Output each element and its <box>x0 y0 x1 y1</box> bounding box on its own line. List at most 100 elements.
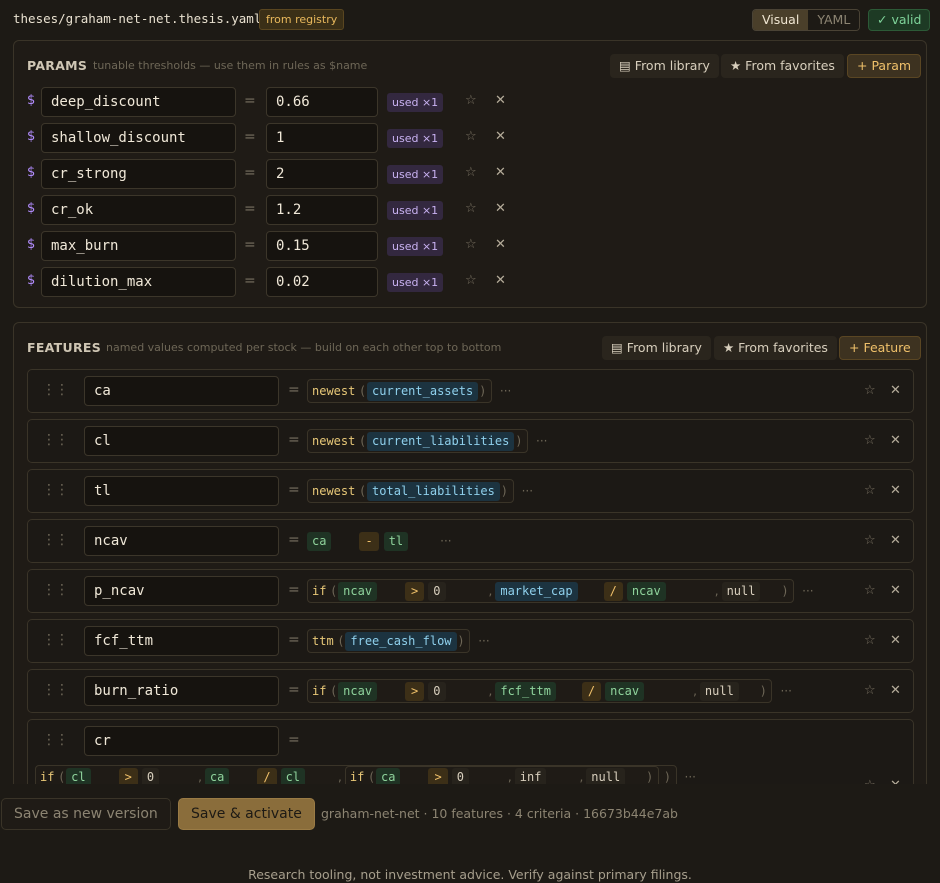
editor-scroll-area[interactable]: PARAMS tunable thresholds — use them in … <box>0 40 940 784</box>
if-expression[interactable]: if ( cl > 0 , ca / cl , if ( ca > 0 , in… <box>35 765 677 784</box>
favorite-star-icon[interactable]: ☆ <box>465 237 477 252</box>
feature-ref-chip[interactable]: ncav <box>626 581 666 601</box>
drag-handle-icon[interactable]: ⋮⋮ <box>42 632 69 648</box>
feature-ref-chip[interactable]: cl <box>280 767 306 784</box>
favorite-star-icon[interactable]: ☆ <box>465 165 477 180</box>
remove-param-icon[interactable]: ✕ <box>495 165 506 180</box>
more-options-icon[interactable]: ··· <box>536 434 547 448</box>
drag-handle-icon[interactable]: ⋮⋮ <box>42 432 69 448</box>
remove-feature-icon[interactable]: ✕ <box>890 483 901 498</box>
feature-expression[interactable]: newest ( current_liabilities ) ··· <box>307 429 547 453</box>
feature-expression[interactable]: newest ( current_assets ) ··· <box>307 379 511 403</box>
remove-feature-icon[interactable]: ✕ <box>890 583 901 598</box>
field-chip[interactable]: market_cap <box>495 581 578 601</box>
favorite-star-icon[interactable]: ☆ <box>864 483 876 498</box>
favorite-star-icon[interactable]: ☆ <box>465 129 477 144</box>
feature-name-input[interactable]: p_ncav <box>84 576 279 606</box>
remove-feature-icon[interactable]: ✕ <box>890 633 901 648</box>
more-options-icon[interactable]: ··· <box>500 384 511 398</box>
remove-param-icon[interactable]: ✕ <box>495 201 506 216</box>
param-name-input[interactable]: dilution_max <box>41 267 236 297</box>
favorite-star-icon[interactable]: ☆ <box>465 201 477 216</box>
field-chip[interactable]: free_cash_flow <box>345 631 457 651</box>
more-options-icon[interactable]: ··· <box>780 684 791 698</box>
feature-expression[interactable]: if ( cl > 0 , ca / cl , if ( ca > 0 , in… <box>35 765 696 784</box>
drag-handle-icon[interactable]: ⋮⋮ <box>42 582 69 598</box>
feature-expression[interactable]: if ( ncav > 0 , market_cap / ncav , null… <box>307 579 814 603</box>
number-chip[interactable]: 0 <box>451 767 469 784</box>
operator-chip[interactable]: > <box>405 581 425 601</box>
operator-chip[interactable]: / <box>581 681 602 701</box>
more-options-icon[interactable]: ··· <box>802 584 813 598</box>
remove-param-icon[interactable]: ✕ <box>495 273 506 288</box>
param-name-input[interactable]: max_burn <box>41 231 236 261</box>
remove-feature-icon[interactable]: ✕ <box>890 683 901 698</box>
feature-ref-chip[interactable]: ca <box>204 767 230 784</box>
feature-ref-chip[interactable]: fcf_ttm <box>495 681 556 701</box>
favorite-star-icon[interactable]: ☆ <box>864 533 876 548</box>
favorite-star-icon[interactable]: ☆ <box>864 433 876 448</box>
number-chip[interactable]: 0 <box>141 767 160 784</box>
drag-handle-icon[interactable]: ⋮⋮ <box>42 532 69 548</box>
feature-name-input[interactable]: cr <box>84 726 279 756</box>
remove-param-icon[interactable]: ✕ <box>495 237 506 252</box>
feature-ref-chip[interactable]: ncav <box>605 681 645 701</box>
if-expression[interactable]: if ( ncav > 0 , market_cap / ncav , null… <box>307 579 795 603</box>
number-chip[interactable]: 0 <box>428 581 446 601</box>
operator-chip[interactable]: > <box>428 767 448 784</box>
more-options-icon[interactable]: ··· <box>478 634 489 648</box>
null-chip[interactable]: null <box>721 581 761 601</box>
operator-chip[interactable]: > <box>118 767 138 784</box>
drag-handle-icon[interactable]: ⋮⋮ <box>42 682 69 698</box>
field-chip[interactable]: current_liabilities <box>367 431 515 451</box>
feature-name-input[interactable]: ca <box>84 376 279 406</box>
feature-ref-chip[interactable]: tl <box>383 531 409 551</box>
feature-ref-chip[interactable]: ca <box>376 767 401 784</box>
more-options-icon[interactable]: ··· <box>522 484 533 498</box>
view-visual-button[interactable]: Visual <box>753 10 809 30</box>
favorite-star-icon[interactable]: ☆ <box>864 583 876 598</box>
favorite-star-icon[interactable]: ☆ <box>465 93 477 108</box>
feature-ref-chip[interactable]: cl <box>66 767 91 784</box>
null-chip[interactable]: null <box>586 767 626 784</box>
param-name-input[interactable]: cr_ok <box>41 195 236 225</box>
field-chip[interactable]: current_assets <box>367 381 479 401</box>
param-value-input[interactable]: 0.15 <box>266 231 378 261</box>
remove-feature-icon[interactable]: ✕ <box>890 383 901 398</box>
add-feature-button[interactable]: + Feature <box>839 336 921 360</box>
remove-feature-icon[interactable]: ✕ <box>890 433 901 448</box>
save-and-activate-button[interactable]: Save & activate <box>178 798 315 830</box>
feature-name-input[interactable]: cl <box>84 426 279 456</box>
add-param-button[interactable]: + Param <box>847 54 922 78</box>
remove-feature-icon[interactable]: ✕ <box>890 778 901 784</box>
operator-chip[interactable]: - <box>359 531 379 551</box>
inf-chip[interactable]: inf <box>514 767 547 784</box>
param-value-input[interactable]: 0.02 <box>266 267 378 297</box>
params-from-library-button[interactable]: ▤ From library <box>610 54 719 78</box>
param-name-input[interactable]: deep_discount <box>41 87 236 117</box>
remove-param-icon[interactable]: ✕ <box>495 93 506 108</box>
favorite-star-icon[interactable]: ☆ <box>864 683 876 698</box>
features-from-library-button[interactable]: ▤ From library <box>602 336 711 360</box>
more-options-icon[interactable]: ··· <box>440 534 451 548</box>
feature-expression[interactable]: if ( ncav > 0 , fcf_ttm / ncav , null ) … <box>307 679 792 703</box>
drag-handle-icon[interactable]: ⋮⋮ <box>42 382 69 398</box>
remove-param-icon[interactable]: ✕ <box>495 129 506 144</box>
remove-feature-icon[interactable]: ✕ <box>890 533 901 548</box>
feature-expression[interactable]: newest ( total_liabilities ) ··· <box>307 479 533 503</box>
param-name-input[interactable]: cr_strong <box>41 159 236 189</box>
nested-if-expression[interactable]: if ( ca > 0 , inf , null ) <box>344 766 659 784</box>
feature-ref-chip[interactable]: ca <box>307 531 332 551</box>
param-value-input[interactable]: 0.66 <box>266 87 378 117</box>
favorite-star-icon[interactable]: ☆ <box>864 778 876 784</box>
function-call[interactable]: ttm ( free_cash_flow ) <box>307 629 471 653</box>
feature-expression[interactable]: ca - tl ··· <box>307 529 452 553</box>
param-value-input[interactable]: 1.2 <box>266 195 378 225</box>
feature-expression[interactable]: ttm ( free_cash_flow ) ··· <box>307 629 490 653</box>
favorite-star-icon[interactable]: ☆ <box>465 273 477 288</box>
feature-name-input[interactable]: tl <box>84 476 279 506</box>
param-name-input[interactable]: shallow_discount <box>41 123 236 153</box>
more-options-icon[interactable]: ··· <box>685 770 696 784</box>
feature-name-input[interactable]: burn_ratio <box>84 676 279 706</box>
operator-chip[interactable]: / <box>603 581 623 601</box>
